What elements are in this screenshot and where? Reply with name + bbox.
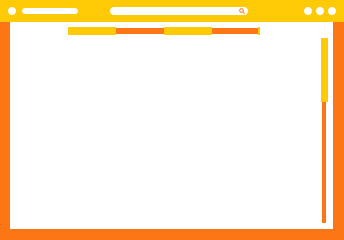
search-icon[interactable] bbox=[239, 8, 245, 14]
title-bar bbox=[0, 0, 344, 22]
scrollbar-thumb[interactable] bbox=[321, 38, 328, 102]
circle-icon[interactable] bbox=[8, 7, 16, 15]
tab-4[interactable] bbox=[212, 28, 260, 34]
tab-title-placeholder[interactable] bbox=[22, 8, 78, 14]
address-bar[interactable] bbox=[110, 7, 248, 15]
minimize-icon[interactable] bbox=[304, 7, 312, 15]
tab-2[interactable] bbox=[116, 28, 164, 34]
maximize-icon[interactable] bbox=[316, 7, 324, 15]
tab-1[interactable] bbox=[68, 27, 116, 35]
tab-strip bbox=[68, 27, 260, 35]
page-content bbox=[10, 22, 333, 229]
tab-3[interactable] bbox=[164, 27, 212, 35]
close-icon[interactable] bbox=[328, 7, 336, 15]
tab-strip-edge bbox=[258, 27, 260, 35]
browser-window bbox=[0, 0, 344, 240]
